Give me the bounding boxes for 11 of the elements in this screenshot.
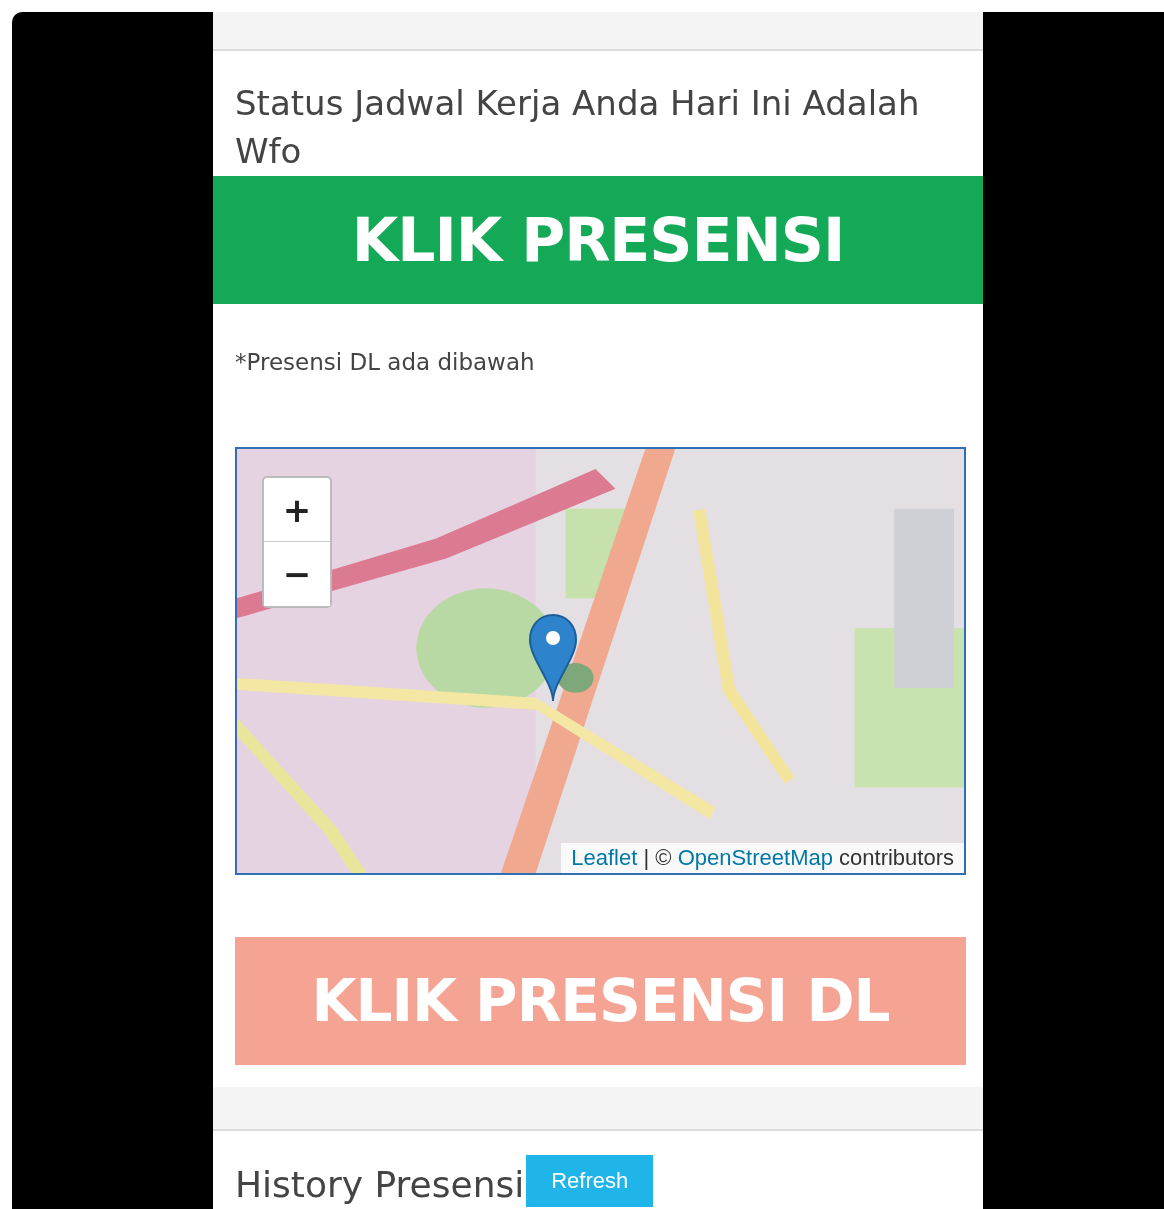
zoom-in-button[interactable]: + bbox=[264, 478, 330, 542]
openstreetmap-link[interactable]: OpenStreetMap bbox=[677, 845, 833, 870]
refresh-button[interactable]: Refresh bbox=[526, 1155, 654, 1207]
note-text: *Presensi DL ada dibawah bbox=[234, 348, 536, 377]
presensi-button[interactable]: KLIK PRESENSI bbox=[213, 176, 983, 304]
status-text: Status Jadwal Kerja Anda Hari Ini Adalah Wfo bbox=[234, 82, 921, 173]
leaflet-link[interactable]: Leaflet bbox=[571, 845, 638, 870]
map-attribution: Leaflet | © OpenStreetMap contributors bbox=[561, 843, 964, 873]
marker-icon[interactable] bbox=[527, 613, 579, 703]
history-title: History Presensi bbox=[235, 1163, 525, 1207]
map[interactable]: + − Leaflet | © OpenStreetMap contributors bbox=[235, 447, 966, 875]
